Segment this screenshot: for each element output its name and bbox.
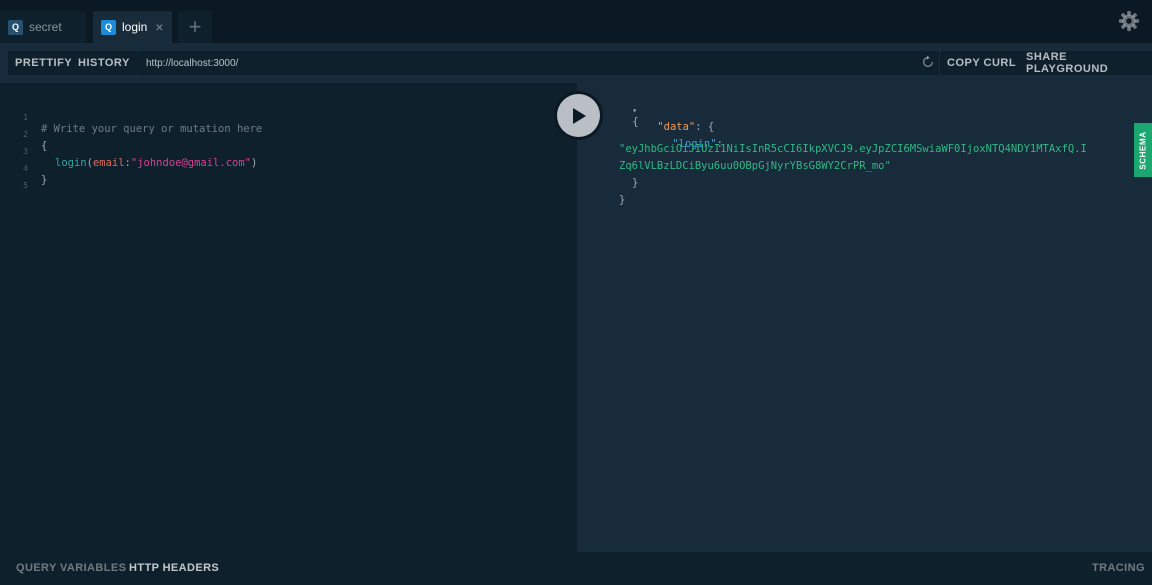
execute-button-face [557,94,600,137]
tab-label: secret [29,20,62,34]
play-icon [572,107,586,124]
result-pane: ▾ { "data": { "login": "eyJhbGciOiJIUzI1… [577,83,1152,552]
close-tab-icon[interactable]: × [155,20,163,34]
execute-button[interactable] [554,91,603,140]
result-line: "login": [647,126,723,150]
add-tab-button[interactable]: + [178,11,212,43]
query-variables-tab[interactable]: QUERY VARIABLES [16,562,126,574]
schema-tab-label: SCHEMA [1138,130,1148,170]
copy-curl-button[interactable]: COPY CURL [940,51,1024,75]
endpoint-url-text: http://localhost:3000/ [146,57,239,69]
outer-close-brace: } [619,194,626,206]
tab-label: login [122,20,148,34]
top-toolbar: PRETTIFY HISTORY http://localhost:3000/ … [0,43,1152,83]
result-line: ▾ { [607,92,638,128]
endpoint-url-input[interactable]: http://localhost:3000/ [137,51,939,75]
share-playground-button[interactable]: SHARE PLAYGROUND [1019,51,1152,75]
tab-login[interactable]: Q login × [93,11,172,43]
editor-line: 1 # Write your query or mutation here [0,97,577,135]
tab-bar: Q secret Q login × + [0,0,1152,43]
result-line: "data": { [632,109,714,133]
gear-icon[interactable] [1118,10,1140,32]
tracing-tab[interactable]: TRACING [1092,562,1145,574]
query-editor[interactable]: 1 # Write your query or mutation here 2 … [0,83,577,552]
editor-line: 2 { [0,114,577,152]
http-headers-tab[interactable]: HTTP HEADERS [129,562,219,574]
token-line-1: "eyJhbGciOiJIUzI1NiIsInR5cCI6IkpXVCJ9.ey… [619,143,1087,155]
tab-secret[interactable]: Q secret [0,11,86,43]
query-badge-icon: Q [101,19,116,35]
editor-line: 4 } [0,148,577,186]
prettify-button[interactable]: PRETTIFY [8,51,80,75]
inner-close-brace: } [632,177,639,189]
line-number: 5 [23,181,28,190]
reload-icon[interactable] [921,55,935,69]
query-badge-icon: Q [8,19,23,35]
token-line-2: Zq6lVLBzLDCiByu6uu0OBpGjNyrYBsG8WY2CrPR_… [619,160,891,172]
bottom-bar: QUERY VARIABLES HTTP HEADERS TRACING [0,552,1152,585]
editor-line: 3 login(email:"johndoe@gmail.com") [0,131,577,169]
editor-line: 5 [0,165,577,190]
schema-tab[interactable]: SCHEMA [1134,123,1152,177]
history-button[interactable]: HISTORY [71,51,137,75]
